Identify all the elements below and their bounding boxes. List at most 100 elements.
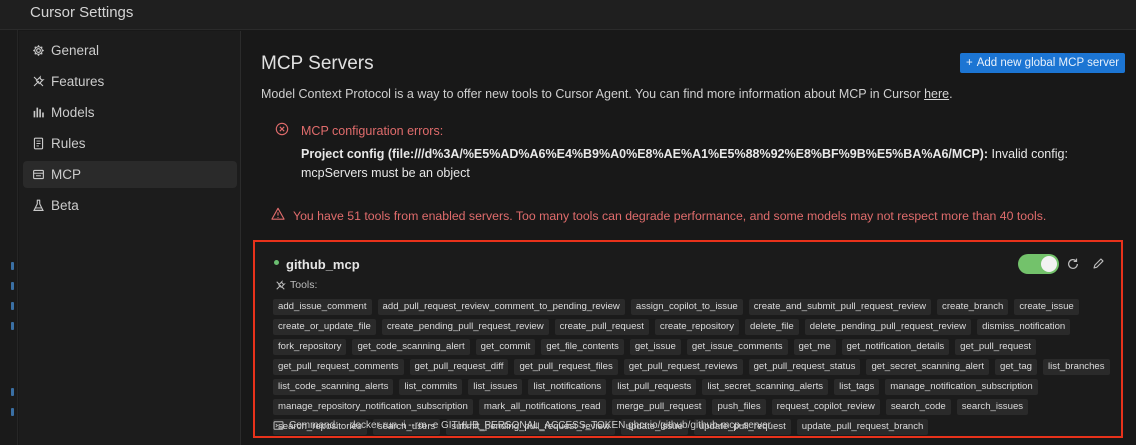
tool-chip: get_code_scanning_alert: [352, 339, 470, 355]
flask-icon: [31, 199, 45, 213]
tool-chip: manage_notification_subscription: [885, 379, 1038, 395]
tool-chip: get_file_contents: [541, 339, 624, 355]
strip-marker: [11, 408, 14, 416]
refresh-icon[interactable]: [1066, 257, 1080, 271]
sidebar-item-models[interactable]: Models: [23, 99, 237, 126]
tool-chip: update_pull_request_branch: [796, 419, 929, 435]
command-text: docker run -i --rm -e GITHUB_PERSONAL_AC…: [349, 420, 771, 431]
strip-marker: [11, 282, 14, 290]
tool-chip: create_repository: [654, 319, 740, 335]
error-title: MCP configuration errors:: [301, 124, 444, 138]
tool-chip: manage_repository_notification_subscript…: [273, 399, 473, 415]
tool-list: add_issue_comment add_pull_request_review…: [273, 299, 1113, 435]
strip-marker: [11, 322, 14, 330]
left-activity-strip: [0, 30, 18, 445]
tool-chip: create_branch: [937, 299, 1009, 315]
tool-chip: add_issue_comment: [273, 299, 372, 315]
terminal-icon: [273, 421, 284, 430]
title-bar: Cursor Settings: [0, 0, 1136, 30]
tool-chip: assign_copilot_to_issue: [630, 299, 743, 315]
toggle-knob: [1041, 256, 1057, 272]
tool-chip: search_issues: [956, 399, 1029, 415]
server-name: github_mcp: [286, 257, 360, 272]
tool-chip: list_branches: [1043, 359, 1110, 375]
sidebar-item-label: Models: [51, 105, 95, 120]
tool-chip: list_issues: [468, 379, 523, 395]
tool-chip: list_tags: [834, 379, 880, 395]
tool-chip: get_pull_request_comments: [273, 359, 404, 375]
page-title: MCP Servers: [261, 53, 374, 74]
tool-chip: get_me: [793, 339, 836, 355]
edit-pencil-icon[interactable]: [1092, 257, 1105, 270]
tool-chip: get_pull_request_diff: [409, 359, 509, 375]
tools-header: Tools:: [275, 279, 317, 291]
tool-chip: get_tag: [995, 359, 1038, 375]
sidebar-item-label: General: [51, 43, 100, 58]
document-icon: [31, 137, 45, 151]
warning-icon: [271, 207, 285, 220]
tool-chip: list_code_scanning_alerts: [273, 379, 394, 395]
sidebar-item-features[interactable]: Features: [23, 68, 237, 95]
tool-chip: create_and_submit_pull_request_review: [748, 299, 932, 315]
sidebar-item-label: Features: [51, 74, 105, 89]
tool-chip: list_pull_requests: [612, 379, 697, 395]
server-command: Command: docker run -i --rm -e GITHUB_PE…: [273, 420, 771, 431]
window-title: Cursor Settings: [30, 4, 134, 21]
tool-chip: merge_pull_request: [611, 399, 707, 415]
sidebar-item-mcp[interactable]: MCP: [23, 161, 237, 188]
tool-chip: search_code: [885, 399, 951, 415]
settings-sidebar: General Features Models Rules MCP Beta: [19, 31, 241, 445]
mcp-icon: [31, 168, 45, 182]
tool-chip: delete_pending_pull_request_review: [804, 319, 972, 335]
sidebar-item-label: Beta: [51, 198, 79, 213]
sidebar-item-label: Rules: [51, 136, 86, 151]
command-label: Command:: [289, 420, 338, 431]
tool-chip: delete_file: [745, 319, 799, 335]
sidebar-item-label: MCP: [51, 167, 81, 182]
tool-chip: push_files: [712, 399, 766, 415]
add-global-mcp-server-button[interactable]: + Add new global MCP server: [960, 53, 1126, 73]
tool-chip: get_pull_request_status: [748, 359, 861, 375]
tool-chip: create_pull_request: [554, 319, 649, 335]
tool-chip: get_pull_request_reviews: [623, 359, 743, 375]
tool-chip: get_issue: [629, 339, 681, 355]
sidebar-item-rules[interactable]: Rules: [23, 130, 237, 157]
description-end: .: [949, 87, 953, 101]
mcp-server-card: github_mcp Tools: add_issue_comment add_p…: [253, 240, 1123, 438]
tool-chip: create_or_update_file: [273, 319, 376, 335]
tool-chip: get_pull_request_files: [514, 359, 618, 375]
tools-label: Tools:: [290, 279, 318, 291]
plus-icon: +: [966, 57, 973, 69]
tool-chip: get_issue_comments: [686, 339, 788, 355]
sidebar-item-general[interactable]: General: [23, 37, 237, 64]
tool-chip: fork_repository: [273, 339, 347, 355]
mcp-settings-panel: MCP Servers + Add new global MCP server …: [242, 31, 1136, 445]
page-description: Model Context Protocol is a way to offer…: [261, 87, 953, 101]
strip-marker: [11, 262, 14, 270]
tools-icon: [276, 279, 286, 290]
strip-marker: [11, 302, 14, 310]
bar-chart-icon: [31, 106, 45, 120]
tool-chip: mark_all_notifications_read: [478, 399, 606, 415]
tool-chip: request_copilot_review: [771, 399, 880, 415]
tool-chip: list_commits: [399, 379, 463, 395]
mcp-docs-link[interactable]: here: [924, 87, 949, 101]
tool-chip: list_notifications: [528, 379, 607, 395]
tool-chip: get_pull_request: [955, 339, 1037, 355]
sidebar-item-beta[interactable]: Beta: [23, 192, 237, 219]
error-icon: [275, 122, 289, 136]
error-source: Project config (file:///d%3A/%E5%AD%A6%E…: [301, 147, 989, 161]
gear-icon: [31, 44, 45, 58]
tool-limit-warning: You have 51 tools from enabled servers. …: [293, 209, 1047, 223]
server-enable-toggle[interactable]: [1018, 254, 1059, 274]
server-status-dot: [274, 260, 279, 265]
tool-chip: create_pending_pull_request_review: [381, 319, 549, 335]
tool-chip: get_secret_scanning_alert: [866, 359, 989, 375]
tool-chip: list_secret_scanning_alerts: [702, 379, 829, 395]
tool-chip: get_commit: [475, 339, 536, 355]
tool-chip: dismiss_notification: [977, 319, 1071, 335]
tool-chip: create_issue: [1014, 299, 1079, 315]
strip-marker: [11, 388, 14, 396]
tool-chip: add_pull_request_review_comment_to_pendi…: [377, 299, 625, 315]
error-message: Project config (file:///d%3A/%E5%AD%A6%E…: [301, 145, 1121, 183]
